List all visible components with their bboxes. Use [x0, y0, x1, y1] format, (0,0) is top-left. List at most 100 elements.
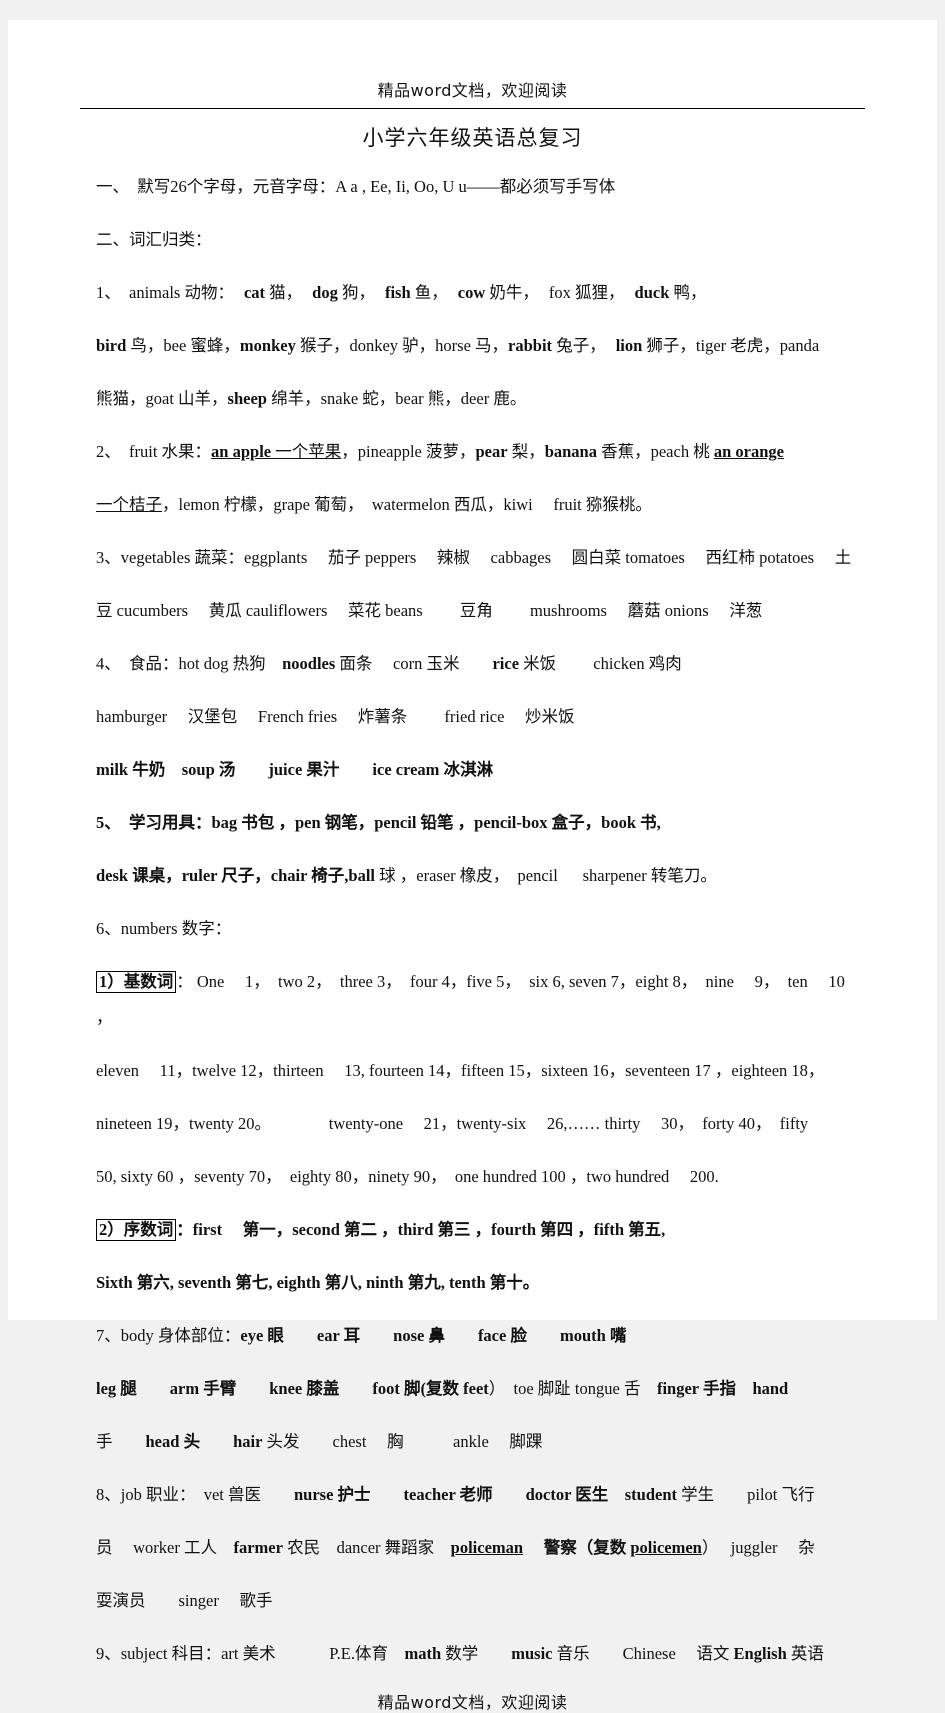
word-pear-cn: 梨， [507, 441, 545, 461]
word-duck-cn: 鸭， [669, 282, 707, 302]
ordinals-line-1: 2）序数词 ：first 第一，second 第二 ，third 第三 ，four… [96, 1212, 863, 1249]
cardinals-label-box: 1）基数词 [96, 970, 177, 993]
fruit-line-2: 一个桔子，lemon 柠檬，grape 葡萄， watermelon 西瓜，ki… [96, 487, 863, 524]
word-head-en: head [145, 1432, 180, 1451]
word-ruler-en: ruler [181, 865, 218, 885]
word-arm-en: arm [169, 1379, 200, 1398]
jobs-line-1: 8、job 职业： vet 兽医 nurse 护士 teacher 老师 doc… [96, 1477, 863, 1514]
food-lead: 4、 食品：hot dog 热狗 [96, 653, 283, 673]
word-eye-en: eye [240, 1326, 264, 1345]
word-duck-en: duck [634, 282, 670, 302]
word-finger-cn: 手指 [698, 1379, 753, 1398]
subjects-lead: 9、subject 科目：art 美术 P.E.体育 [96, 1644, 405, 1663]
cardinals-line-3: nineteen 19，twenty 20。 twenty-one 21，twe… [96, 1114, 809, 1133]
jobs-lead: 8、job 职业： vet 兽医 [96, 1485, 294, 1504]
word-bag-en: bag [211, 812, 238, 832]
header-divider-rule [80, 108, 865, 109]
word-hair-en: hair [233, 1432, 263, 1451]
word-student-cn-pilot: 学生 pilot 飞行 [677, 1485, 815, 1504]
animals-lead: 1、 animals 动物： [96, 282, 234, 302]
word-desk-cn: 课桌， [128, 865, 182, 885]
word-teacher-cn: 老师 [455, 1485, 526, 1504]
fruit-line-1: 2、 fruit 水果：an apple 一个苹果，pineapple 菠萝，p… [96, 434, 863, 471]
document-body: 一、 默写26个字母，元音字母：A a , Ee, Ii, Oo, U u——都… [96, 169, 863, 1673]
word-leg-en: leg [96, 1379, 117, 1398]
body-parts-line-3: 手 head 头 hair 头发 chest 胸 ankle 脚踝 [96, 1424, 863, 1461]
word-rice-cn: 米饭 chicken 鸡肉 [519, 653, 682, 673]
word-pencil-cn: 铅笔 ， [416, 812, 475, 832]
word-an-orange-en: an orange [713, 441, 784, 461]
word-pencil-box-cn: 盒子， [547, 812, 602, 832]
word-milk-en: milk [96, 759, 129, 779]
word-fox: fox 狐狸， [548, 282, 625, 302]
word-an-orange-cn: 一个桔子 [96, 494, 162, 514]
word-juggler: ） juggler 杂 [701, 1538, 815, 1557]
school-supplies-line-1: 5、 学习用具：bag 书包 ，pen 钢笔，pencil 铅笔 ，pencil… [96, 805, 863, 842]
word-toe-tongue: ） toe 脚趾 tongue 舌 [488, 1379, 657, 1398]
word-nose-cn: 鼻 [424, 1326, 478, 1345]
word-mouth-cn: 嘴 [605, 1326, 627, 1345]
word-cat-cn: 猫， [265, 282, 303, 302]
word-nurse-cn: 护士 [333, 1485, 404, 1504]
word-monkey-en: monkey [239, 335, 296, 355]
word-fish-cn: 鱼， [410, 282, 448, 302]
food-line-3: milk 牛奶 soup 汤 juice 果汁 ice cream 冰淇淋 [96, 752, 863, 789]
jobs-line-2: 员 worker 工人 farmer 农民 dancer 舞蹈家 policem… [96, 1530, 863, 1567]
word-ice-cream-en: ice cream [372, 759, 440, 779]
word-dog-cn: 狗， [337, 282, 375, 302]
word-sheep-en: sheep [227, 388, 267, 408]
word-pear-en: pear [475, 441, 508, 461]
word-hand-en: hand [752, 1379, 789, 1398]
animals-line3-prefix: 熊猫，goat 山羊， [96, 388, 228, 408]
word-ice-cream-cn: 冰淇淋 [439, 759, 494, 779]
word-rabbit-en: rabbit [508, 335, 553, 355]
food-line-2: hamburger 汉堡包 French fries 炸薯条 fried ric… [96, 706, 575, 726]
animals-line-3: 熊猫，goat 山羊，sheep 绵羊，snake 蛇，bear 熊，deer … [96, 381, 863, 418]
word-ear-cn: 耳 [339, 1326, 394, 1345]
food-line-1: 4、 食品：hot dog 热狗 noodles 面条 corn 玉米 rice… [96, 646, 863, 683]
numbers-heading: 6、numbers 数字： [96, 918, 232, 938]
word-pen-cn: 钢笔， [320, 812, 375, 832]
word-an-apple-en: an apple [211, 441, 272, 461]
word-juice-cn: 果汁 [302, 759, 373, 779]
body-line3-rest: 头发 chest 胸 ankle 脚踝 [262, 1432, 543, 1451]
ordinals-line-2: Sixth 第六, seventh 第七, eighth 第八, ninth 第… [96, 1273, 540, 1292]
word-dog-en: dog [312, 282, 338, 302]
word-farmer-dancer: 农民 dancer 舞蹈家 [282, 1538, 451, 1557]
word-knee-en: knee [269, 1379, 303, 1398]
word-face-en: face [477, 1326, 507, 1345]
word-fish-en: fish [384, 282, 411, 302]
word-banana-cn: 香蕉，peach 桃 [596, 441, 714, 461]
word-knee-cn: 膝盖 [302, 1379, 373, 1398]
word-math-cn: 数学 [441, 1644, 512, 1663]
word-hand-cn: 手 [96, 1432, 146, 1451]
word-music-en: music [511, 1644, 553, 1663]
word-bag-cn: 书包 ， [237, 812, 295, 832]
word-book-en: book [601, 812, 636, 832]
word-pencil-en: pencil [374, 812, 417, 832]
word-math-en: math [404, 1644, 442, 1663]
word-rice-en: rice [492, 653, 520, 673]
school-lead: 5、 学习用具： [96, 812, 212, 832]
word-feet-en: feet [463, 1379, 489, 1398]
word-policemen-en: policemen [630, 1538, 702, 1557]
word-soup-en: soup [181, 759, 215, 779]
word-lion-en: lion [615, 335, 643, 355]
header-watermark-note: 精品word文档，欢迎阅读 [377, 81, 568, 100]
word-noodles-en: noodles [282, 653, 336, 673]
word-foot-cn: 脚(复数 [399, 1379, 464, 1398]
word-nose-en: nose [393, 1326, 425, 1345]
footer-watermark-note: 精品word文档，欢迎阅读 [377, 1693, 568, 1712]
word-noodles-cn: 面条 corn 玉米 [335, 653, 493, 673]
school-supplies-line-2: desk 课桌，ruler 尺子，chair 椅子,ball 球 ，eraser… [96, 858, 863, 895]
animals-line-1: 1、 animals 动物： cat 猫， dog 狗， fish 鱼， cow 奶牛，… [96, 275, 863, 312]
word-music-cn-chinese: 音乐 Chinese 语文 [552, 1644, 734, 1663]
word-finger-en: finger [656, 1379, 699, 1398]
word-teacher-en: teacher [403, 1485, 456, 1504]
word-policeman-en: policeman [450, 1538, 524, 1557]
word-rabbit-cn: 兔子， [552, 335, 606, 355]
word-head-cn: 头 [179, 1432, 234, 1451]
word-bird-en: bird [96, 335, 127, 355]
word-ear-en: ear [316, 1326, 340, 1345]
word-chair-en: chair [270, 865, 308, 885]
